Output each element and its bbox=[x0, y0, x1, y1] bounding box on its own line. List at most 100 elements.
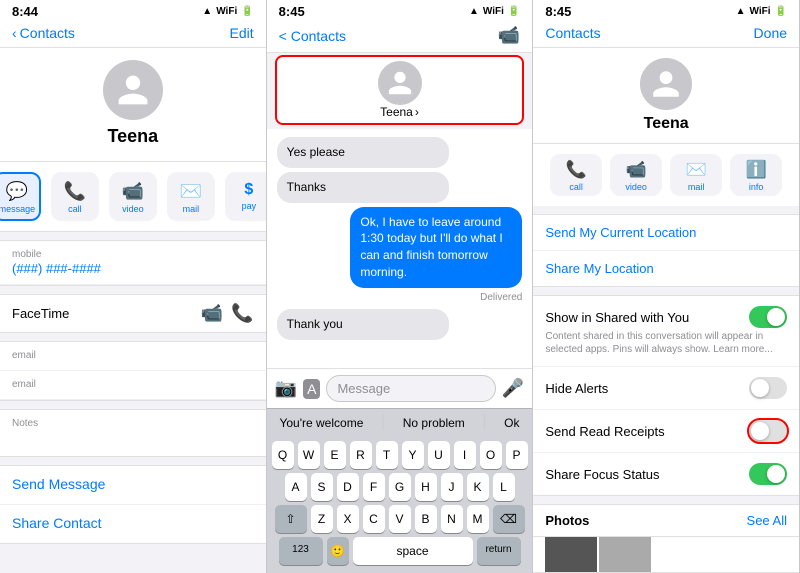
key-emoji[interactable]: 🙂 bbox=[327, 537, 349, 565]
shared-with-you-toggle[interactable] bbox=[749, 306, 787, 328]
share-location-row[interactable]: Share My Location bbox=[533, 251, 799, 286]
share-contact-link[interactable]: Share Contact bbox=[12, 515, 102, 531]
p3-mail-btn[interactable]: ✉️ mail bbox=[670, 154, 722, 196]
key-x[interactable]: X bbox=[337, 505, 359, 533]
mic-icon[interactable]: 🎤 bbox=[502, 378, 524, 399]
key-t[interactable]: T bbox=[376, 441, 398, 469]
key-j[interactable]: J bbox=[441, 473, 463, 501]
hide-alerts-toggle[interactable] bbox=[749, 377, 787, 399]
email-row-1: email bbox=[0, 342, 266, 371]
key-k[interactable]: K bbox=[467, 473, 489, 501]
hide-alerts-row: Hide Alerts bbox=[533, 367, 799, 410]
quicktype-1[interactable]: You're welcome bbox=[271, 413, 371, 433]
p3-mail-label: mail bbox=[688, 182, 705, 192]
key-g[interactable]: G bbox=[389, 473, 411, 501]
key-o[interactable]: O bbox=[480, 441, 502, 469]
key-u[interactable]: U bbox=[428, 441, 450, 469]
key-123[interactable]: 123 bbox=[279, 537, 323, 565]
back-label-1: Contacts bbox=[20, 25, 75, 41]
key-a[interactable]: A bbox=[285, 473, 307, 501]
mobile-value[interactable]: (###) ###-#### bbox=[12, 261, 254, 276]
quicktype-2[interactable]: No problem bbox=[395, 413, 473, 433]
p2-video-button[interactable]: 📹 bbox=[498, 25, 520, 46]
mobile-row: mobile (###) ###-#### bbox=[0, 241, 266, 285]
see-all-link[interactable]: See All bbox=[747, 513, 787, 528]
action-video[interactable]: 📹 video bbox=[109, 172, 157, 221]
pay-label: pay bbox=[242, 201, 257, 211]
settings-panel: 8:45 ▲ WiFi 🔋 Contacts Done Teena 📞 call… bbox=[533, 0, 800, 573]
back-button-1[interactable]: ‹ Contacts bbox=[12, 25, 75, 41]
call-label: call bbox=[68, 204, 82, 214]
email-label-1: email bbox=[12, 350, 254, 361]
key-n[interactable]: N bbox=[441, 505, 463, 533]
key-y[interactable]: Y bbox=[402, 441, 424, 469]
facetime-audio-icon[interactable]: 📞 bbox=[231, 303, 253, 324]
p3-call-btn[interactable]: 📞 call bbox=[550, 154, 602, 196]
p3-back-button[interactable]: Contacts bbox=[545, 25, 600, 41]
key-return[interactable]: return bbox=[477, 537, 521, 565]
message-input[interactable]: Message bbox=[326, 375, 495, 402]
key-z[interactable]: Z bbox=[311, 505, 333, 533]
edit-button-1[interactable]: Edit bbox=[230, 25, 254, 41]
camera-icon[interactable]: 📷 bbox=[275, 378, 297, 399]
time-3: 8:45 bbox=[545, 4, 571, 19]
p3-info-icon: ℹ️ bbox=[746, 160, 767, 180]
kb-row-3: ⇧ Z X C V B N M ⌫ bbox=[269, 505, 531, 533]
action-mail[interactable]: ✉️ mail bbox=[167, 172, 215, 221]
notes-label: Notes bbox=[12, 418, 254, 429]
share-focus-toggle[interactable] bbox=[749, 463, 787, 485]
send-read-receipts-row: Send Read Receipts bbox=[533, 410, 799, 453]
facetime-row[interactable]: FaceTime 📹 📞 bbox=[0, 294, 266, 333]
apps-icon[interactable]: A bbox=[303, 379, 320, 399]
photo-thumb-1[interactable] bbox=[545, 537, 597, 573]
quicktype-3[interactable]: Ok bbox=[496, 413, 527, 433]
key-r[interactable]: R bbox=[350, 441, 372, 469]
key-w[interactable]: W bbox=[298, 441, 320, 469]
share-location-label: Share My Location bbox=[545, 261, 653, 276]
action-call[interactable]: 📞 call bbox=[51, 172, 99, 221]
action-message[interactable]: 💬 message bbox=[0, 172, 41, 221]
facetime-video-icon[interactable]: 📹 bbox=[201, 303, 223, 324]
key-v[interactable]: V bbox=[389, 505, 411, 533]
key-m[interactable]: M bbox=[467, 505, 489, 533]
send-message-link[interactable]: Send Message bbox=[12, 476, 105, 492]
key-l[interactable]: L bbox=[493, 473, 515, 501]
key-q[interactable]: Q bbox=[272, 441, 294, 469]
done-button[interactable]: Done bbox=[754, 25, 787, 41]
facetime-icons: 📹 📞 bbox=[201, 303, 254, 324]
p2-avatar bbox=[378, 61, 422, 105]
send-message-row[interactable]: Send Message bbox=[0, 466, 266, 505]
action-pay[interactable]: $ pay bbox=[225, 172, 267, 221]
time-1: 8:44 bbox=[12, 4, 38, 19]
toggles-section: Show in Shared with You Content shared i… bbox=[533, 295, 799, 496]
location-section: Send My Current Location Share My Locati… bbox=[533, 214, 799, 287]
battery-icon-1: 🔋 bbox=[241, 6, 253, 17]
kb-row-4: 123 🙂 space return bbox=[269, 537, 531, 565]
key-delete[interactable]: ⌫ bbox=[493, 505, 525, 533]
p2-contact-area[interactable]: Teena › bbox=[378, 61, 422, 119]
key-b[interactable]: B bbox=[415, 505, 437, 533]
key-i[interactable]: I bbox=[454, 441, 476, 469]
wifi-icon-1: WiFi bbox=[216, 6, 237, 17]
key-s[interactable]: S bbox=[311, 473, 333, 501]
msg-4: Thank you bbox=[277, 309, 449, 340]
p2-back-button[interactable]: < Contacts bbox=[279, 28, 346, 44]
key-shift[interactable]: ⇧ bbox=[275, 505, 307, 533]
send-location-row[interactable]: Send My Current Location bbox=[533, 215, 799, 251]
message-icon: 💬 bbox=[6, 181, 28, 202]
key-p[interactable]: P bbox=[506, 441, 528, 469]
key-d[interactable]: D bbox=[337, 473, 359, 501]
key-space[interactable]: space bbox=[353, 537, 473, 565]
p3-video-btn[interactable]: 📹 video bbox=[610, 154, 662, 196]
action-buttons-1: 💬 message 📞 call 📹 video ✉️ mail $ pay bbox=[0, 162, 266, 232]
p3-info-btn[interactable]: ℹ️ info bbox=[730, 154, 782, 196]
p3-call-icon: 📞 bbox=[566, 160, 587, 180]
send-read-receipts-toggle[interactable] bbox=[749, 420, 787, 442]
key-e[interactable]: E bbox=[324, 441, 346, 469]
key-c[interactable]: C bbox=[363, 505, 385, 533]
share-contact-row[interactable]: Share Contact bbox=[0, 505, 266, 543]
shared-with-you-row: Show in Shared with You Content shared i… bbox=[533, 296, 799, 367]
photo-thumb-2[interactable] bbox=[599, 537, 651, 573]
key-h[interactable]: H bbox=[415, 473, 437, 501]
key-f[interactable]: F bbox=[363, 473, 385, 501]
